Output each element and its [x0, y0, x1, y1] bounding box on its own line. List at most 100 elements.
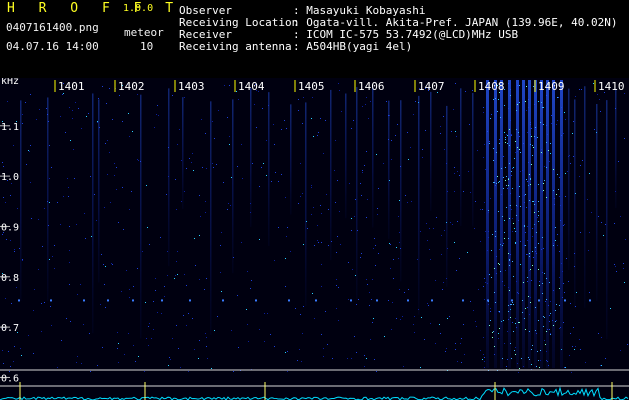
meteor-streak	[540, 80, 543, 368]
y-tick-label: 1.0	[1, 172, 19, 183]
noise-speck	[527, 281, 528, 282]
noise-speck	[39, 109, 40, 110]
noise-speck	[49, 259, 50, 260]
noise-speck	[451, 131, 452, 132]
noise-speck	[247, 271, 248, 272]
noise-speck	[69, 107, 70, 108]
intensity-point	[513, 331, 514, 332]
intensity-point	[491, 277, 492, 278]
noise-speck	[444, 149, 445, 150]
intensity-point	[505, 137, 506, 138]
noise-speck	[193, 170, 194, 171]
noise-speck	[25, 102, 26, 103]
intensity-point	[510, 343, 511, 344]
noise-speck	[603, 235, 604, 236]
intensity-point	[539, 285, 540, 286]
noise-speck	[68, 196, 69, 197]
noise-speck	[499, 139, 500, 140]
noise-speck	[205, 212, 206, 213]
meteor-streak	[418, 95, 420, 315]
noise-speck	[114, 175, 115, 176]
intensity-point	[504, 105, 505, 106]
noise-speck	[476, 326, 477, 327]
carrier-dash	[107, 299, 109, 302]
noise-speck	[464, 354, 465, 355]
noise-speck	[119, 95, 120, 96]
intensity-point	[553, 190, 554, 191]
noise-speck	[102, 347, 103, 348]
noise-speck	[515, 318, 516, 319]
noise-speck	[375, 265, 376, 266]
noise-speck	[355, 275, 356, 276]
file-name: 0407161400.png	[6, 21, 99, 34]
meteor-streak	[388, 100, 390, 239]
noise-speck	[135, 361, 136, 362]
noise-speck	[146, 338, 147, 339]
noise-speck	[5, 202, 6, 203]
intensity-point	[519, 149, 520, 150]
noise-speck	[77, 356, 78, 357]
noise-speck	[29, 151, 30, 152]
noise-speck	[155, 278, 156, 279]
noise-speck	[236, 91, 237, 92]
noise-speck	[335, 140, 336, 141]
noise-speck	[375, 245, 376, 246]
intensity-point	[511, 304, 512, 305]
intensity-point	[507, 143, 508, 144]
noise-speck	[353, 120, 354, 121]
noise-speck	[364, 355, 365, 356]
intensity-point	[512, 188, 513, 189]
intensity-point	[522, 312, 523, 313]
noise-speck	[485, 169, 486, 170]
noise-speck	[328, 209, 329, 210]
noise-speck	[181, 160, 182, 161]
noise-speck	[580, 349, 581, 350]
noise-speck	[10, 195, 11, 196]
noise-speck	[302, 333, 303, 334]
noise-speck	[137, 94, 138, 95]
noise-speck	[514, 228, 515, 229]
date-time: 04.07.16 14:00	[6, 40, 99, 53]
noise-speck	[112, 119, 113, 120]
noise-speck	[499, 181, 500, 182]
noise-speck	[572, 346, 573, 347]
noise-speck	[320, 118, 321, 119]
noise-speck	[314, 245, 315, 246]
noise-speck	[490, 308, 491, 309]
noise-speck	[512, 218, 513, 219]
noise-speck	[484, 144, 485, 145]
noise-speck	[598, 216, 599, 217]
noise-speck	[252, 163, 253, 164]
noise-speck	[180, 367, 181, 368]
intensity-point	[534, 204, 535, 205]
intensity-point	[508, 185, 509, 186]
noise-speck	[133, 345, 134, 346]
noise-speck	[605, 224, 606, 225]
noise-speck	[2, 350, 3, 351]
intensity-point	[538, 215, 539, 216]
noise-speck	[515, 347, 516, 348]
intensity-point	[499, 143, 500, 144]
meteor-streak	[446, 105, 448, 287]
intensity-point	[532, 145, 533, 146]
noise-speck	[402, 316, 403, 317]
noise-speck	[201, 119, 202, 120]
noise-speck	[336, 285, 337, 286]
noise-speck	[442, 289, 443, 290]
noise-speck	[270, 334, 271, 335]
noise-speck	[527, 132, 528, 133]
noise-speck	[565, 196, 566, 197]
noise-speck	[393, 259, 394, 260]
intensity-point	[513, 276, 514, 277]
noise-speck	[478, 289, 479, 290]
noise-speck	[241, 144, 242, 145]
noise-speck	[589, 232, 590, 233]
noise-speck	[480, 350, 481, 351]
noise-speck	[164, 286, 165, 287]
noise-speck	[241, 242, 242, 243]
noise-speck	[188, 371, 189, 372]
noise-speck	[491, 114, 492, 115]
noise-speck	[573, 327, 574, 328]
noise-speck	[144, 371, 145, 372]
noise-speck	[281, 174, 282, 175]
